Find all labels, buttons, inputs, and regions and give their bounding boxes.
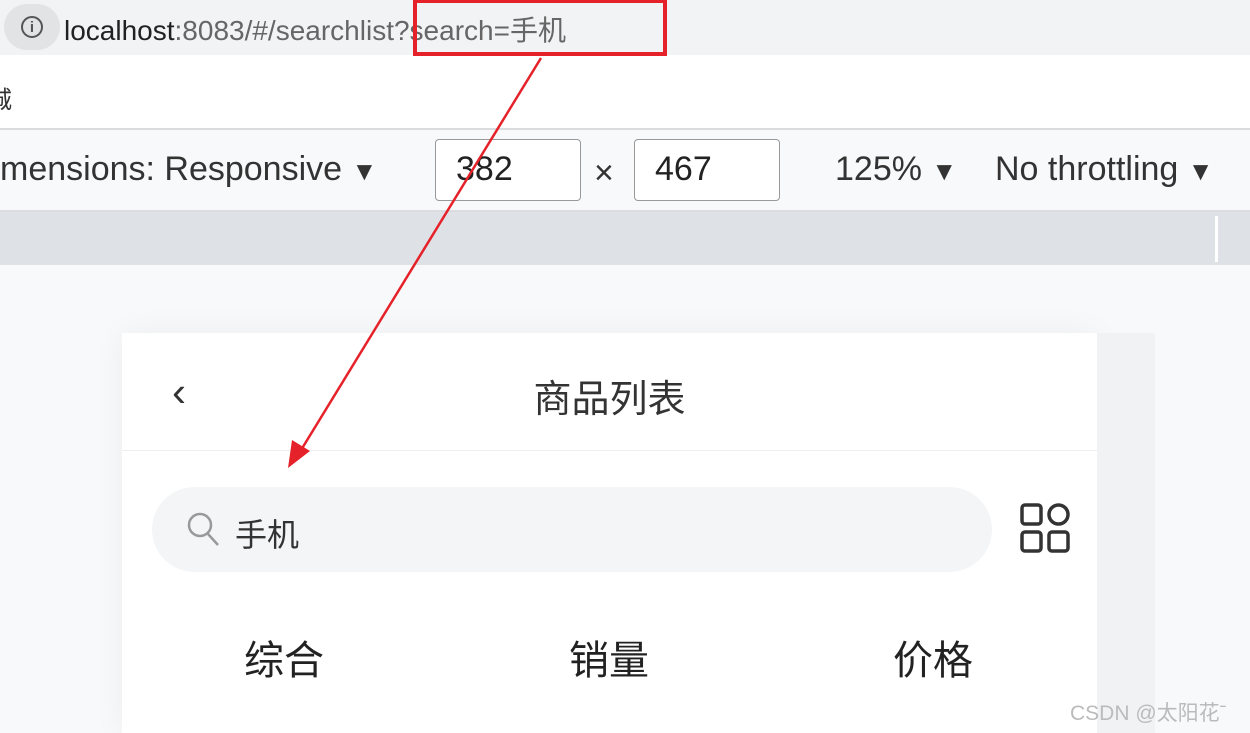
arrow-line <box>296 57 543 456</box>
highlight-box <box>413 0 667 56</box>
watermark: CSDN @太阳花ˉ <box>1070 702 1227 725</box>
arrow-head-icon <box>288 440 310 468</box>
annotation-overlay <box>288 0 667 468</box>
